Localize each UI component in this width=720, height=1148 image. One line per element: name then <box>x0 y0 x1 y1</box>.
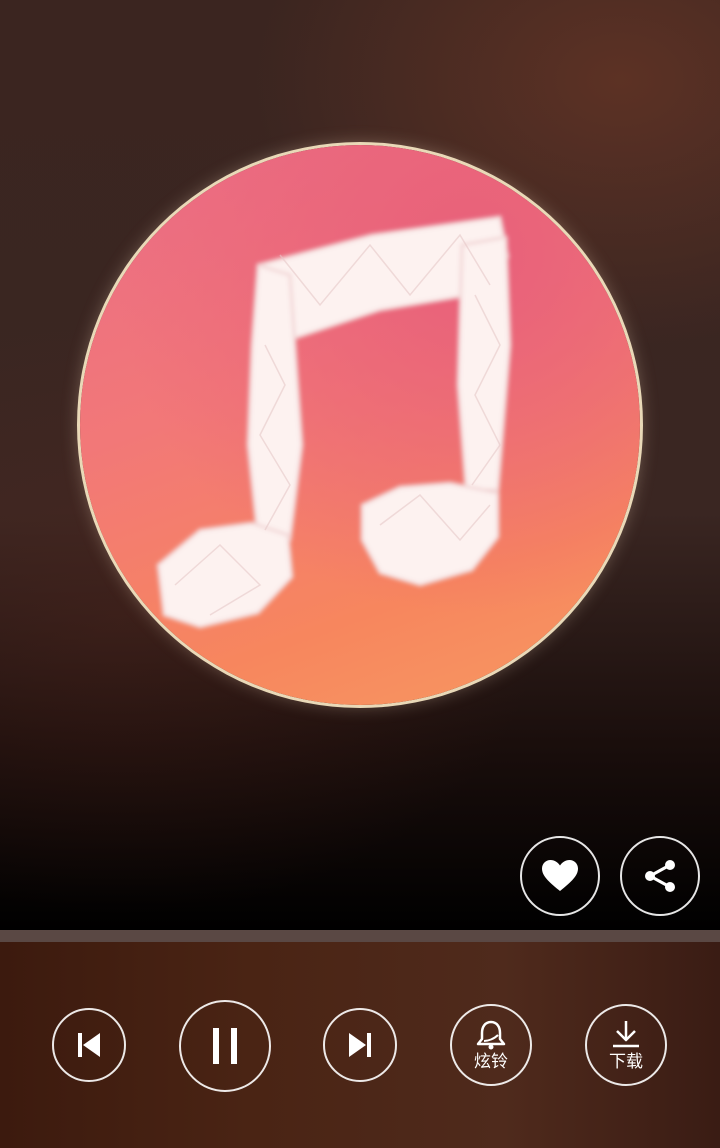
skip-next-icon <box>349 1033 371 1057</box>
music-note-icon <box>156 215 512 629</box>
heart-icon <box>542 860 578 891</box>
pause-button[interactable] <box>179 1000 271 1092</box>
share-button[interactable] <box>620 836 700 916</box>
bell-icon <box>476 1020 506 1050</box>
album-art <box>80 145 640 705</box>
ringtone-label: 炫铃 <box>474 1052 508 1072</box>
pause-icon <box>213 1028 237 1064</box>
next-button[interactable] <box>323 1008 397 1082</box>
download-label: 下载 <box>609 1052 643 1072</box>
favorite-button[interactable] <box>520 836 600 916</box>
download-icon <box>613 1021 639 1048</box>
ringtone-button[interactable]: 炫铃 <box>450 1004 532 1086</box>
share-icon <box>645 860 675 892</box>
previous-button[interactable] <box>52 1008 126 1082</box>
progress-bar[interactable] <box>0 930 720 942</box>
download-button[interactable]: 下载 <box>585 1004 667 1086</box>
skip-previous-icon <box>78 1033 100 1057</box>
